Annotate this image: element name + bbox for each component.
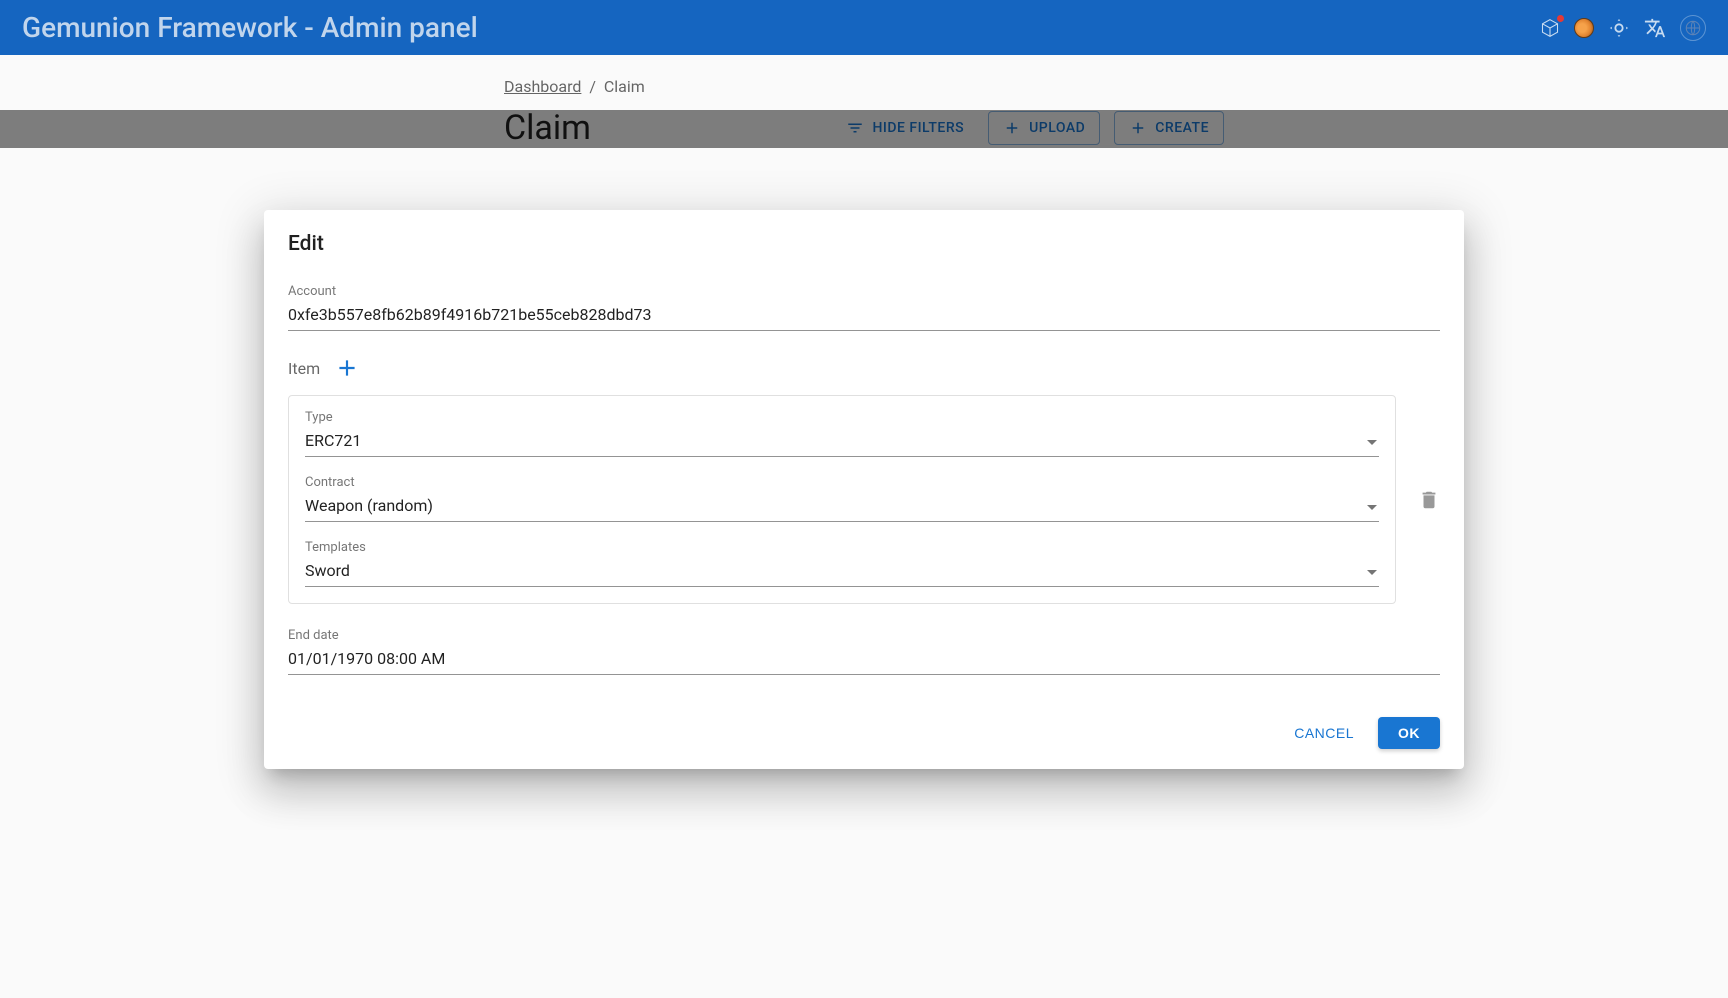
item-row: Type ERC721 Contract Weapon (random) Tem… (288, 395, 1440, 604)
app-header: Gemunion Framework - Admin panel (0, 0, 1728, 55)
add-item-button[interactable] (334, 355, 360, 381)
templates-field: Templates Sword (305, 540, 1379, 587)
cancel-button[interactable]: CANCEL (1282, 717, 1366, 749)
app-title: Gemunion Framework - Admin panel (22, 11, 478, 44)
breadcrumb: Dashboard / Claim (504, 77, 1224, 96)
network-icon[interactable] (1540, 18, 1560, 38)
chevron-down-icon (1367, 505, 1377, 510)
account-label: Account (288, 284, 1440, 299)
breadcrumb-root[interactable]: Dashboard (504, 77, 581, 96)
contract-field: Contract Weapon (random) (305, 475, 1379, 522)
type-field: Type ERC721 (305, 410, 1379, 457)
end-date-field: End date (288, 628, 1440, 675)
account-input[interactable] (288, 301, 1440, 331)
theme-toggle-icon[interactable] (1608, 17, 1630, 39)
modal-actions: CANCEL OK (288, 717, 1440, 749)
item-label: Item (288, 359, 320, 378)
modal-title: Edit (288, 232, 1440, 256)
item-section-header: Item (288, 355, 1440, 381)
header-icons (1540, 15, 1706, 41)
end-date-label: End date (288, 628, 1440, 643)
contract-select[interactable]: Weapon (random) (305, 492, 1379, 522)
chevron-down-icon (1367, 570, 1377, 575)
metamask-icon[interactable] (1574, 18, 1594, 38)
item-card: Type ERC721 Contract Weapon (random) Tem… (288, 395, 1396, 604)
type-label: Type (305, 410, 1379, 425)
ok-button[interactable]: OK (1378, 717, 1440, 749)
globe-icon[interactable] (1680, 15, 1706, 41)
plus-icon (334, 355, 360, 381)
notification-dot (1557, 15, 1564, 22)
chevron-down-icon (1367, 440, 1377, 445)
edit-claim-modal: Edit Account Item Type ERC721 Contract W… (264, 210, 1464, 769)
templates-label: Templates (305, 540, 1379, 555)
end-date-input[interactable] (288, 645, 1440, 675)
breadcrumb-separator: / (585, 77, 604, 96)
language-icon[interactable] (1644, 17, 1666, 39)
type-select[interactable]: ERC721 (305, 427, 1379, 457)
trash-icon (1418, 489, 1440, 511)
contract-label: Contract (305, 475, 1379, 490)
delete-item-button[interactable] (1418, 489, 1440, 511)
breadcrumb-current: Claim (604, 77, 645, 96)
templates-select[interactable]: Sword (305, 557, 1379, 587)
modal-overlay[interactable] (0, 110, 1728, 148)
account-field: Account (288, 284, 1440, 331)
